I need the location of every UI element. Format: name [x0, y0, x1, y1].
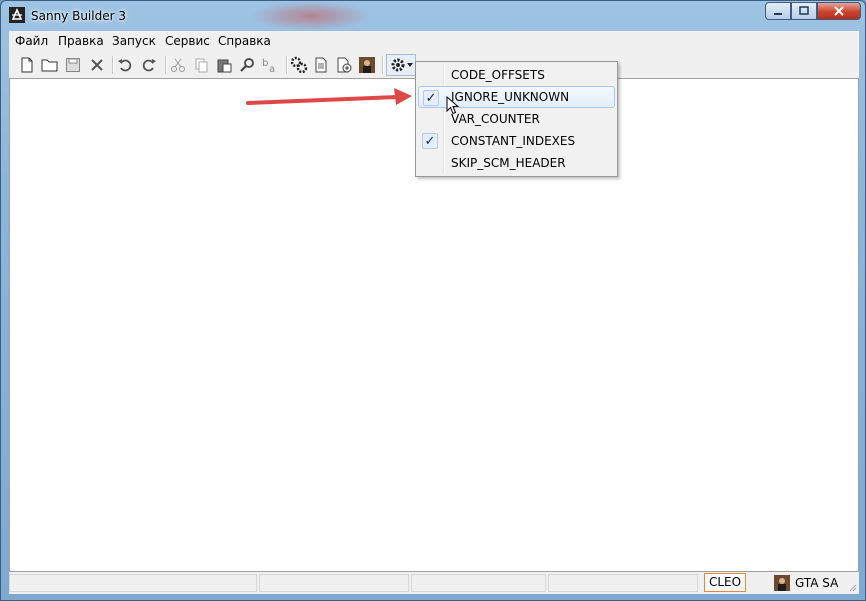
new-file-button[interactable]: [17, 55, 37, 75]
checkmark-icon: ✓: [423, 90, 439, 106]
app-icon: [9, 7, 25, 23]
menu-edit[interactable]: Правка: [58, 34, 104, 48]
option-label: IGNORE_UNKNOWN: [451, 90, 570, 104]
save-icon: [66, 58, 80, 72]
paste-button[interactable]: [214, 55, 234, 75]
close-icon: [834, 6, 844, 16]
game-label[interactable]: GTA SA: [795, 576, 838, 590]
compile-run-button[interactable]: [334, 55, 354, 75]
find-button[interactable]: [237, 55, 257, 75]
close-window-button[interactable]: [817, 2, 861, 20]
status-bar: CLEO GTA SA: [9, 572, 859, 594]
checkmark-icon: [422, 155, 438, 171]
game-button[interactable]: [357, 55, 377, 75]
decompile-button[interactable]: [311, 55, 331, 75]
menu-help[interactable]: Справка: [218, 34, 271, 48]
chevron-down-icon: [407, 63, 413, 67]
options-dropdown-menu: CODE_OFFSETS ✓ IGNORE_UNKNOWN VAR_COUNTE…: [415, 61, 618, 177]
menu-run[interactable]: Запуск: [112, 34, 156, 48]
save-button[interactable]: [63, 55, 83, 75]
undo-button[interactable]: [115, 55, 135, 75]
undo-icon: [118, 59, 132, 72]
mode-badge[interactable]: CLEO: [704, 573, 746, 592]
gta-game-icon: [774, 575, 790, 591]
svg-text:b: b: [262, 58, 268, 69]
option-label: VAR_COUNTER: [451, 112, 540, 126]
cut-button[interactable]: [168, 55, 188, 75]
replace-button[interactable]: ba: [260, 55, 280, 75]
paste-icon: [217, 59, 232, 73]
option-label: CODE_OFFSETS: [451, 68, 545, 82]
compile-run-icon: [337, 57, 352, 73]
replace-icon: ba: [262, 58, 275, 73]
compile-icon: [290, 56, 308, 74]
copy-button[interactable]: [191, 55, 211, 75]
redo-icon: [142, 59, 156, 72]
option-constant-indexes[interactable]: ✓ CONSTANT_INDEXES: [418, 130, 615, 152]
option-skip-scm-header[interactable]: SKIP_SCM_HEADER: [418, 152, 615, 174]
options-dropdown-button[interactable]: [386, 54, 416, 76]
mouse-cursor-icon: [446, 96, 460, 115]
menu-tools[interactable]: Сервис: [165, 34, 210, 48]
minimize-icon: [774, 13, 782, 15]
resize-grip-icon[interactable]: [847, 582, 857, 592]
minimize-button[interactable]: [765, 2, 791, 20]
find-icon: [240, 58, 254, 72]
maximize-button[interactable]: [791, 2, 817, 20]
menu-file[interactable]: Файл: [15, 34, 48, 48]
maximize-icon: [799, 6, 809, 15]
compile-button[interactable]: [289, 55, 309, 75]
new-file-icon: [21, 57, 33, 73]
checkmark-icon: [422, 67, 438, 83]
option-code-offsets[interactable]: CODE_OFFSETS: [418, 64, 615, 86]
option-label: SKIP_SCM_HEADER: [451, 156, 566, 170]
close-file-button[interactable]: [87, 55, 107, 75]
options-gear-icon: [391, 58, 405, 72]
close-file-icon: [91, 59, 103, 71]
game-icon: [359, 57, 375, 73]
svg-text:a: a: [269, 64, 275, 73]
window-title: Sanny Builder 3: [31, 9, 126, 23]
title-bar[interactable]: Sanny Builder 3: [1, 1, 866, 31]
checkmark-icon: ✓: [422, 133, 438, 149]
open-folder-icon: [41, 59, 58, 72]
checkmark-icon: [422, 111, 438, 127]
open-button[interactable]: [40, 55, 60, 75]
cut-icon: [171, 58, 185, 72]
option-label: CONSTANT_INDEXES: [451, 134, 576, 148]
redo-button[interactable]: [139, 55, 159, 75]
copy-icon: [195, 58, 208, 73]
menu-bar: Файл Правка Запуск Сервис Справка: [9, 31, 859, 51]
decompile-icon: [315, 57, 327, 73]
